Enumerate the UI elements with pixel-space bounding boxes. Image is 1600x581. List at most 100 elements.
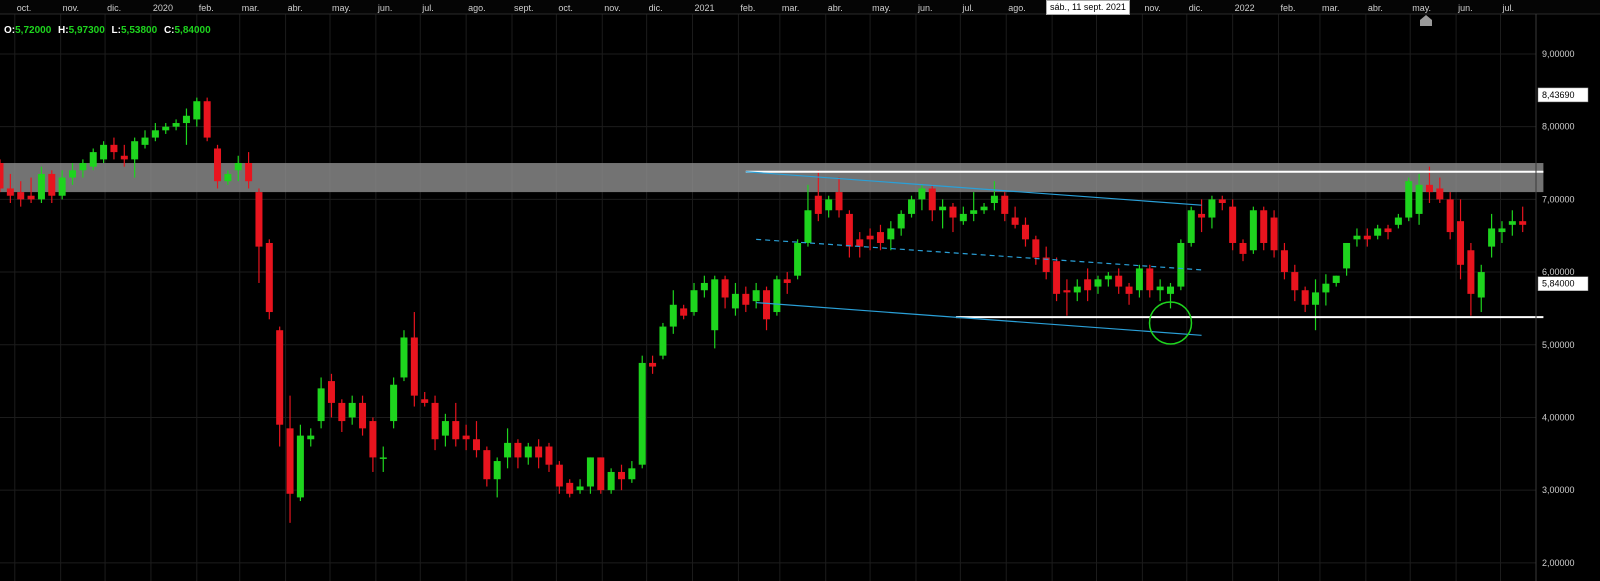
candle-bear [763,290,771,320]
x-tick-label: may. [332,3,351,13]
x-tick-label: feb. [199,3,214,13]
candle-bull [576,486,584,491]
x-tick-label: ago. [468,3,486,13]
candle-bear [1280,250,1288,273]
candle-bear [214,148,222,182]
x-tick-label: oct. [17,3,32,13]
candle-bull [69,170,77,178]
candle-bear [1425,184,1433,193]
candle-bull [1508,221,1516,225]
candle-bull [804,210,812,243]
x-tick-label: may. [872,3,891,13]
candle-bull [1477,272,1485,298]
candle-bear [483,450,491,480]
candle-bull [731,293,739,309]
candle-bull [607,471,615,491]
candle-bull [37,173,45,200]
candle-bull [659,326,667,356]
x-tick-label: jun. [377,3,393,13]
candle-bear [1032,239,1040,258]
candle-bull [1332,275,1340,283]
resistance-zone [0,163,1544,193]
candle-bear [742,293,750,305]
candle-bear [928,188,936,211]
candle-bull [1312,292,1320,305]
candle-bull [400,337,408,378]
candle-bear [120,155,128,160]
x-tick-label: feb. [740,3,755,13]
candle-bull [151,130,159,138]
candle-bull [1374,228,1382,236]
x-tick-label: nov. [63,3,79,13]
candle-bull [897,213,905,229]
candle-bear [866,235,874,240]
candle-bear [856,239,864,247]
candle-bull [141,137,149,145]
candle-bull [307,435,315,440]
candle-bear [1229,206,1237,243]
close-value: 5,84000 [174,25,211,36]
low-label: L: [111,25,121,36]
x-tick-label: mar. [1322,3,1340,13]
candle-bear [618,471,626,480]
candle-bear [17,192,25,200]
candle-bear [1446,199,1454,233]
candle-bull [1415,184,1423,214]
price-chart[interactable]: oct. nov. dic. 2020 feb. mar. abr. may. jun. jul.… [0,0,1600,581]
candle-bear [48,173,56,196]
x-tick-label: oct. [558,3,573,13]
candle-bull [990,195,998,203]
candle-bear [721,279,729,298]
candle-bull [524,446,532,458]
candle-bull [1353,235,1361,240]
candle-bull [638,362,646,465]
candle-bull [825,199,833,211]
candle-bull [379,457,387,459]
candle-bull [100,144,108,160]
candle-bear [1084,279,1092,291]
candle-bear [535,446,543,458]
candle-bull [690,290,698,313]
candle-bull [58,177,66,196]
candle-bull [348,402,356,418]
candle-bear [1260,210,1268,243]
candle-bull [1135,268,1143,291]
candle-bear [514,442,522,458]
x-tick-label: abr. [828,3,843,13]
candle-bear [1291,272,1299,291]
candle-bear [649,362,657,367]
high-label: H: [58,25,69,36]
candle-bear [1021,224,1029,240]
candle-bull [1249,210,1257,251]
candle-bull [224,173,232,182]
candle-bear [680,308,688,316]
candle-bull [131,141,139,160]
candle-bear [1239,242,1247,254]
x-tick-label: jun. [1457,3,1473,13]
candle-bull [1322,283,1330,293]
ohlc-readout: O:5,72000 H:5,97300 L:5,53800 C:5,84000 [4,25,215,36]
candle-bull [317,388,325,422]
candle-bull [296,435,304,498]
x-tick-label: nov. [1144,3,1160,13]
candle-bear [6,188,14,196]
candle-bear [421,399,429,403]
candle-bear [1384,228,1392,233]
candle-bull [773,279,781,313]
candle-bear [338,402,346,422]
candle-bull [1177,242,1185,287]
candle-bear [110,144,118,153]
candle-bull [711,279,719,331]
candle-bear [203,101,211,138]
candle-bear [1457,221,1465,265]
x-tick-label: mar. [242,3,260,13]
close-label: C: [163,25,175,36]
candle-bull [1104,275,1112,280]
candle-bull [959,213,967,222]
candle-bear [545,446,553,465]
x-tick-label: may. [1412,3,1431,13]
candle-bear [1125,286,1133,294]
candle-bear [1001,195,1009,214]
candle-bull [1488,228,1496,247]
candle-bear [1363,235,1371,240]
